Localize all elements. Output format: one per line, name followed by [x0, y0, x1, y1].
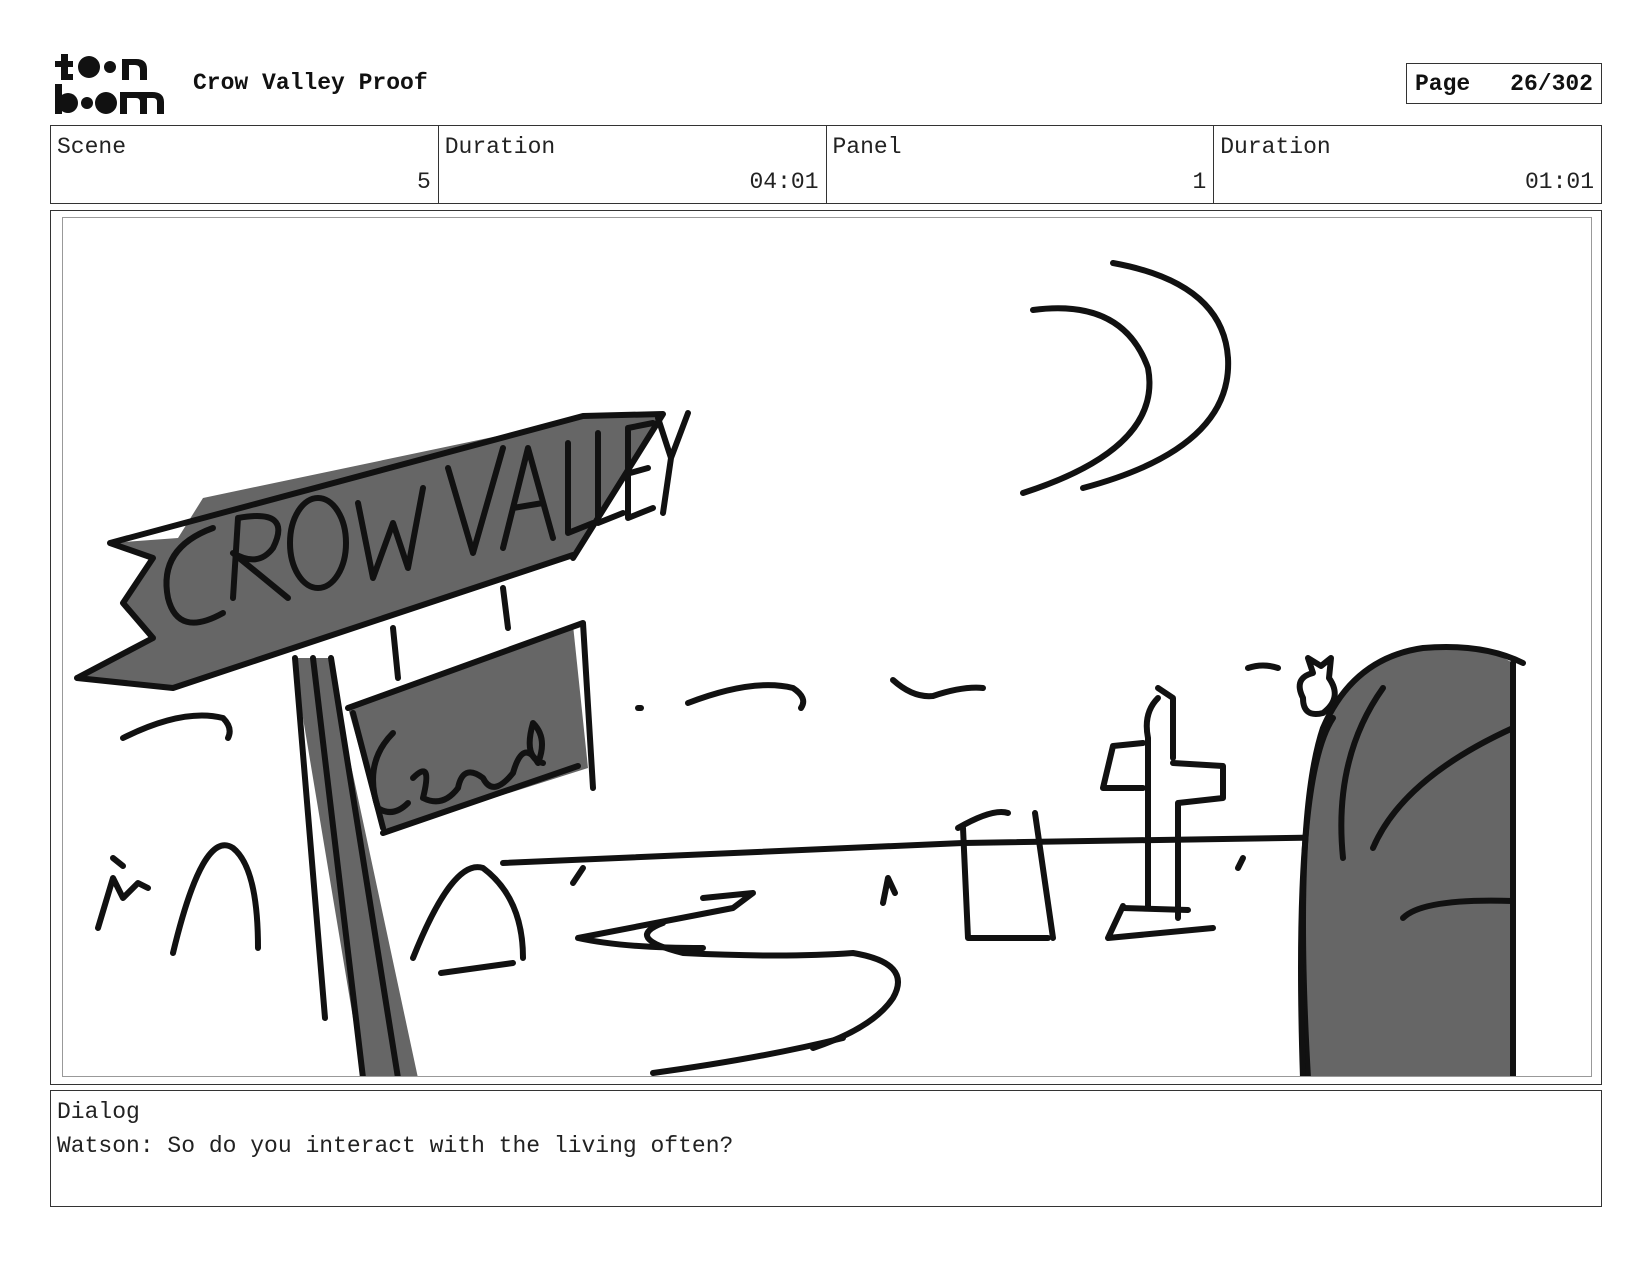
scene-duration-value: 04:01 [749, 169, 819, 195]
scene-cell: Scene 5 [51, 126, 439, 203]
panel-duration-label: Duration [1220, 134, 1331, 160]
scene-value: 5 [416, 169, 431, 195]
dialog-box: Dialog Watson: So do you interact with t… [50, 1090, 1602, 1207]
cat-silhouette [1296, 655, 1338, 717]
panel-value: 1 [1192, 169, 1207, 195]
panel-duration-cell: Duration 01:01 [1214, 126, 1601, 203]
scene-duration-label: Duration [444, 134, 556, 160]
panel-info-table: Scene 5 Duration 04:01 Panel 1 Duration … [50, 125, 1602, 204]
panel-label: Panel [832, 134, 902, 160]
dialog-text: Watson: So do you interact with the livi… [57, 1133, 734, 1159]
project-title: Crow Valley Proof [193, 70, 428, 96]
scene-duration-cell: Duration 04:01 [439, 126, 827, 203]
storyboard-panel-image [62, 217, 1592, 1077]
toon-boom-logo [52, 52, 172, 116]
page-label: Page [1415, 70, 1471, 97]
panel-cell: Panel 1 [827, 126, 1215, 203]
dialog-label: Dialog [57, 1099, 140, 1125]
horizon-line [500, 833, 1416, 866]
sketch-drawing [74, 260, 1526, 1076]
page-number: 26/302 [1510, 70, 1593, 97]
scene-label: Scene [57, 134, 127, 160]
panel-duration-value: 01:01 [1524, 169, 1594, 195]
page-indicator: Page 26/302 [1406, 63, 1602, 104]
